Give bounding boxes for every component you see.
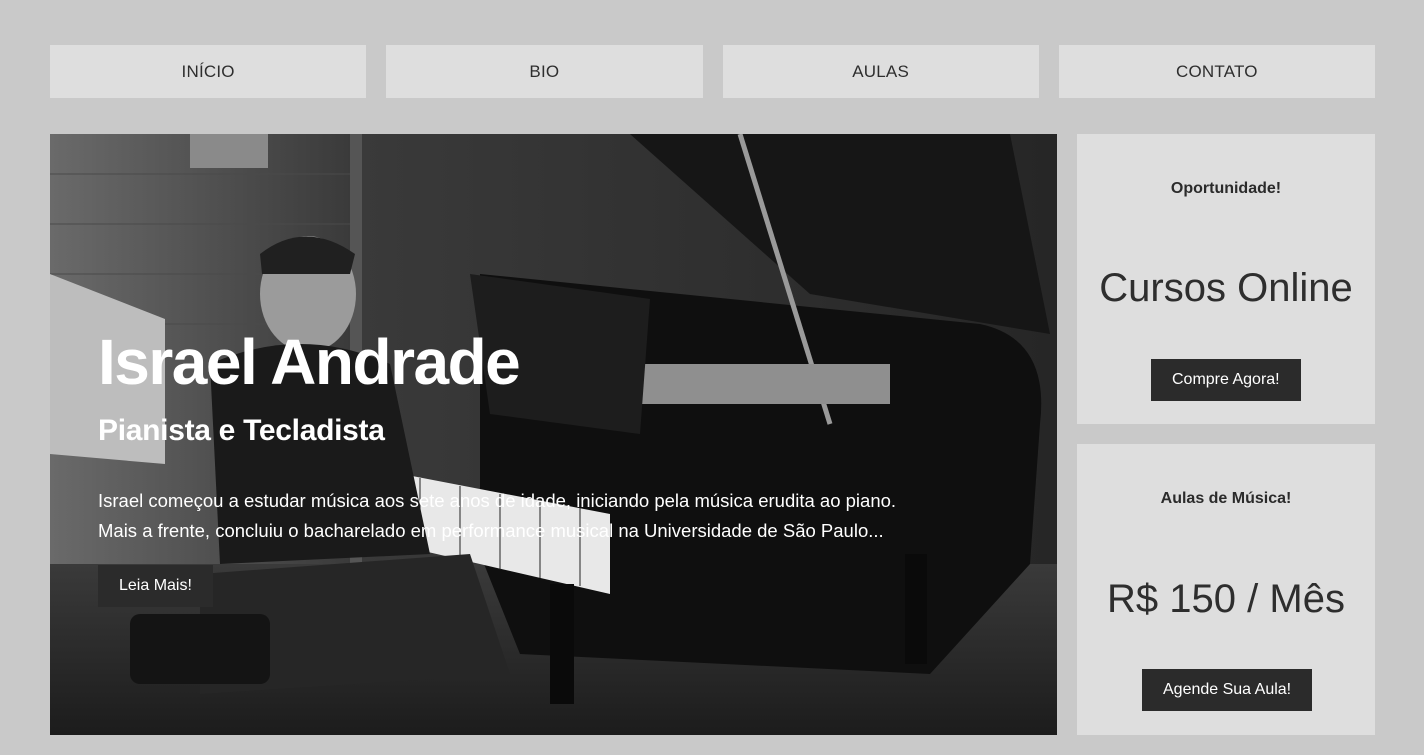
- card-price: R$ 150 / Mês: [1107, 577, 1345, 621]
- card-label: Oportunidade!: [1170, 180, 1282, 197]
- music-lessons-card: Aulas de Música! R$ 150 / Mês Agende Sua…: [1077, 444, 1375, 735]
- nav-item-inicio[interactable]: INÍCIO: [50, 45, 367, 98]
- hero-description-line-1: Israel começou a estudar música aos sete…: [98, 490, 897, 511]
- main-nav: INÍCIO BIO AULAS CONTATO: [50, 45, 1375, 98]
- hero-description-line-2: Mais a frente, concluiu o bacharelado em…: [98, 520, 884, 541]
- nav-item-aulas[interactable]: AULAS: [722, 45, 1039, 98]
- hero-subtitle: Pianista e Tecladista: [98, 414, 385, 447]
- read-more-button[interactable]: Leia Mais!: [98, 565, 213, 607]
- card-label: Aulas de Música!: [1160, 490, 1292, 507]
- hero-description: Israel começou a estudar música aos sete…: [98, 486, 1018, 546]
- hero-banner: Israel Andrade Pianista e Tecladista Isr…: [50, 134, 1057, 735]
- card-headline: Cursos Online: [1099, 266, 1353, 310]
- hero-title: Israel Andrade: [98, 326, 521, 398]
- nav-item-contato[interactable]: CONTATO: [1058, 45, 1375, 98]
- nav-item-bio[interactable]: BIO: [386, 45, 703, 98]
- hero-content: Israel Andrade Pianista e Tecladista Isr…: [98, 330, 1018, 607]
- buy-now-button[interactable]: Compre Agora!: [1151, 359, 1301, 401]
- schedule-lesson-button[interactable]: Agende Sua Aula!: [1142, 669, 1313, 711]
- online-courses-card: Oportunidade! Cursos Online Compre Agora…: [1077, 134, 1375, 424]
